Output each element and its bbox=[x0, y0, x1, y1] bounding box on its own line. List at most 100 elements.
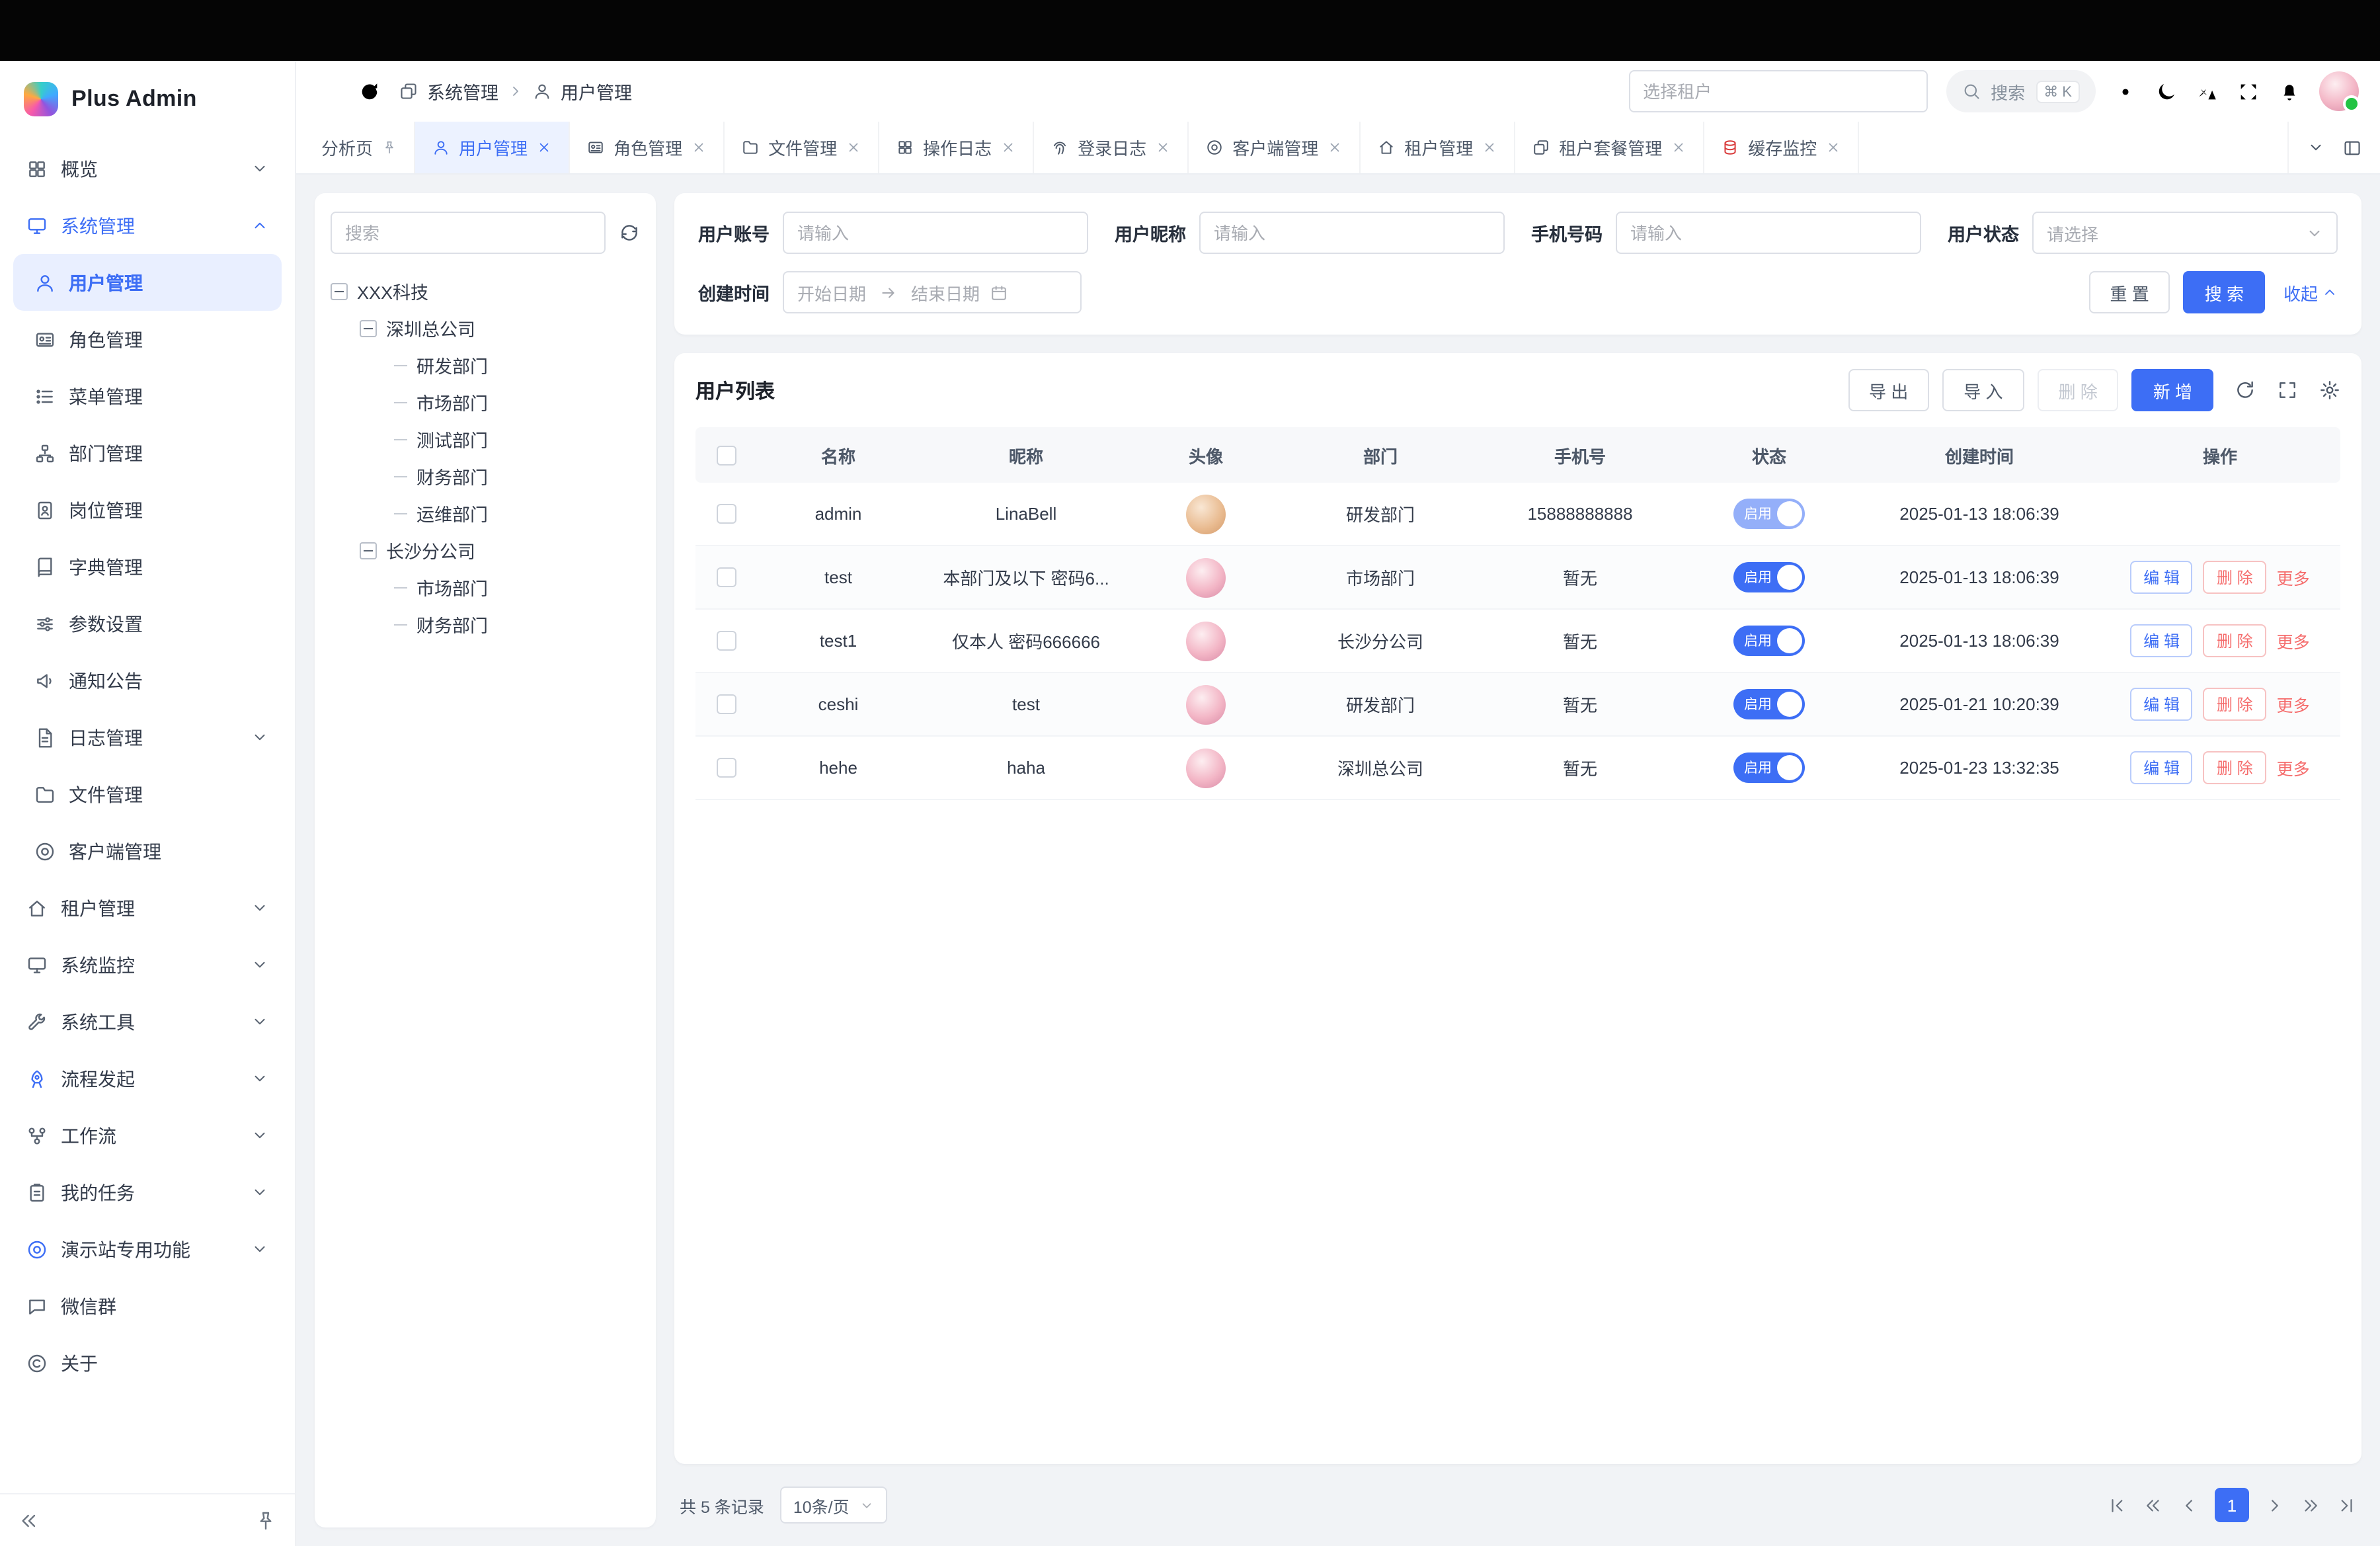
content-fullscreen-icon[interactable] bbox=[2343, 138, 2361, 157]
more-actions-link[interactable]: 更多 bbox=[2277, 692, 2310, 717]
close-icon[interactable] bbox=[846, 140, 861, 155]
app-logo[interactable]: Plus Admin bbox=[0, 61, 295, 138]
tree-collapse-icon[interactable] bbox=[331, 282, 348, 300]
tab-file-management[interactable]: 文件管理 bbox=[725, 122, 879, 173]
close-icon[interactable] bbox=[1826, 140, 1841, 155]
select-all-checkbox[interactable] bbox=[716, 445, 736, 465]
tab-client-management[interactable]: 客户端管理 bbox=[1189, 122, 1361, 173]
tree-collapse-icon[interactable] bbox=[360, 542, 377, 559]
tree-node-shenzhen-hq[interactable]: 深圳总公司 bbox=[331, 309, 640, 346]
tenant-select-input[interactable] bbox=[1628, 70, 1927, 112]
more-actions-link[interactable]: 更多 bbox=[2277, 755, 2310, 780]
tab-tenant-management[interactable]: 租户管理 bbox=[1361, 122, 1515, 173]
status-toggle[interactable]: 启用 bbox=[1733, 499, 1805, 529]
row-checkbox[interactable] bbox=[716, 567, 736, 587]
delete-button[interactable]: 删 除 bbox=[2203, 561, 2266, 594]
first-page-icon[interactable] bbox=[2108, 1495, 2127, 1515]
close-icon[interactable] bbox=[537, 140, 551, 155]
pin-sidebar-icon[interactable] bbox=[255, 1510, 276, 1531]
previous-page-icon[interactable] bbox=[2179, 1495, 2199, 1515]
breadcrumb-item[interactable]: 系统管理 bbox=[427, 78, 498, 104]
row-checkbox[interactable] bbox=[716, 758, 736, 778]
tree-collapse-icon[interactable] bbox=[360, 319, 377, 337]
user-avatar[interactable] bbox=[2319, 71, 2359, 111]
account-input[interactable] bbox=[783, 212, 1088, 254]
table-settings-icon[interactable] bbox=[2319, 380, 2340, 401]
row-checkbox[interactable] bbox=[716, 504, 736, 524]
sidebar-item-system-monitor[interactable]: 系统监控 bbox=[13, 936, 282, 993]
tab-list-chevron-icon[interactable] bbox=[2307, 139, 2324, 156]
sidebar-item-process-initiation[interactable]: 流程发起 bbox=[13, 1050, 282, 1107]
tree-node-changsha-branch[interactable]: 长沙分公司 bbox=[331, 532, 640, 569]
tree-node-dept[interactable]: 市场部门 bbox=[331, 384, 640, 421]
sidebar-item-overview[interactable]: 概览 bbox=[13, 140, 282, 197]
tab-analysis-page[interactable]: 分析页 bbox=[304, 122, 415, 173]
next-page-icon[interactable] bbox=[2265, 1495, 2285, 1515]
last-page-icon[interactable] bbox=[2336, 1495, 2356, 1515]
tab-login-log[interactable]: 登录日志 bbox=[1034, 122, 1189, 173]
settings-gear-icon[interactable] bbox=[2114, 80, 2137, 102]
batch-delete-button[interactable]: 删 除 bbox=[2038, 369, 2119, 411]
sidebar-item-about[interactable]: 关于 bbox=[13, 1334, 282, 1391]
collapse-sidebar-icon[interactable] bbox=[19, 1510, 40, 1531]
tab-operation-log[interactable]: 操作日志 bbox=[879, 122, 1034, 173]
tree-node-dept[interactable]: 财务部门 bbox=[331, 458, 640, 495]
date-range-picker[interactable]: 开始日期 结束日期 bbox=[783, 271, 1082, 313]
tree-node-dept[interactable]: 财务部门 bbox=[331, 606, 640, 643]
tree-node-dept[interactable]: 市场部门 bbox=[331, 569, 640, 606]
delete-button[interactable]: 删 除 bbox=[2203, 688, 2266, 721]
delete-button[interactable]: 删 除 bbox=[2203, 751, 2266, 784]
tab-user-management[interactable]: 用户管理 bbox=[415, 122, 570, 173]
sidebar-item-system-management[interactable]: 系统管理 bbox=[13, 197, 282, 254]
edit-button[interactable]: 编 辑 bbox=[2130, 561, 2193, 594]
phone-input[interactable] bbox=[1616, 212, 1921, 254]
sidebar-item-menu-management[interactable]: 菜单管理 bbox=[13, 368, 282, 425]
sidebar-item-notice-announcement[interactable]: 通知公告 bbox=[13, 652, 282, 709]
close-icon[interactable] bbox=[1156, 140, 1170, 155]
sidebar-item-demo-features[interactable]: 演示站专用功能 bbox=[13, 1221, 282, 1278]
sidebar-item-dictionary-management[interactable]: 字典管理 bbox=[13, 538, 282, 595]
hamburger-menu-icon[interactable] bbox=[317, 80, 340, 102]
global-search-button[interactable]: 搜索 ⌘ K bbox=[1946, 70, 2096, 112]
sidebar-item-log-management[interactable]: 日志管理 bbox=[13, 709, 282, 766]
sidebar-item-system-tools[interactable]: 系统工具 bbox=[13, 993, 282, 1050]
language-switch-icon[interactable] bbox=[2196, 80, 2219, 102]
tree-refresh-icon[interactable] bbox=[619, 222, 640, 243]
tab-cache-monitor[interactable]: 缓存监控 bbox=[1704, 122, 1859, 173]
more-actions-link[interactable]: 更多 bbox=[2277, 628, 2310, 653]
tree-node-dept[interactable]: 运维部门 bbox=[331, 495, 640, 532]
edit-button[interactable]: 编 辑 bbox=[2130, 751, 2193, 784]
status-toggle[interactable]: 启用 bbox=[1733, 689, 1805, 719]
more-actions-link[interactable]: 更多 bbox=[2277, 565, 2310, 590]
export-button[interactable]: 导 出 bbox=[1848, 369, 1929, 411]
close-icon[interactable] bbox=[1482, 140, 1497, 155]
refresh-page-icon[interactable] bbox=[358, 80, 381, 102]
pin-icon[interactable] bbox=[382, 140, 397, 155]
tree-node-dept[interactable]: 测试部门 bbox=[331, 421, 640, 458]
table-fullscreen-icon[interactable] bbox=[2277, 380, 2298, 401]
close-icon[interactable] bbox=[1001, 140, 1015, 155]
status-toggle[interactable]: 启用 bbox=[1733, 753, 1805, 783]
import-button[interactable]: 导 入 bbox=[1942, 369, 2024, 411]
dark-mode-moon-icon[interactable] bbox=[2155, 80, 2178, 102]
sidebar-item-client-management[interactable]: 客户端管理 bbox=[13, 823, 282, 879]
sidebar-item-department-management[interactable]: 部门管理 bbox=[13, 425, 282, 481]
tab-tenant-package-management[interactable]: 租户套餐管理 bbox=[1515, 122, 1704, 173]
page-size-select[interactable]: 10条/页 bbox=[780, 1486, 888, 1524]
sidebar-item-role-management[interactable]: 角色管理 bbox=[13, 311, 282, 368]
add-user-button[interactable]: 新 增 bbox=[2132, 369, 2213, 411]
tree-node-company[interactable]: XXX科技 bbox=[331, 272, 640, 309]
sidebar-item-parameter-settings[interactable]: 参数设置 bbox=[13, 595, 282, 652]
tab-role-management[interactable]: 角色管理 bbox=[570, 122, 725, 173]
collapse-filters-link[interactable]: 收起 bbox=[2283, 280, 2338, 305]
notification-bell-icon[interactable] bbox=[2278, 80, 2301, 102]
sidebar-item-tenant-management[interactable]: 租户管理 bbox=[13, 879, 282, 936]
sidebar-item-user-management[interactable]: 用户管理 bbox=[13, 254, 282, 311]
reset-button[interactable]: 重 置 bbox=[2088, 271, 2170, 313]
status-toggle[interactable]: 启用 bbox=[1733, 626, 1805, 656]
search-button[interactable]: 搜 索 bbox=[2184, 271, 2265, 313]
close-icon[interactable] bbox=[1328, 140, 1342, 155]
nickname-input[interactable] bbox=[1199, 212, 1505, 254]
sidebar-item-file-management[interactable]: 文件管理 bbox=[13, 766, 282, 823]
sidebar-item-post-management[interactable]: 岗位管理 bbox=[13, 481, 282, 538]
